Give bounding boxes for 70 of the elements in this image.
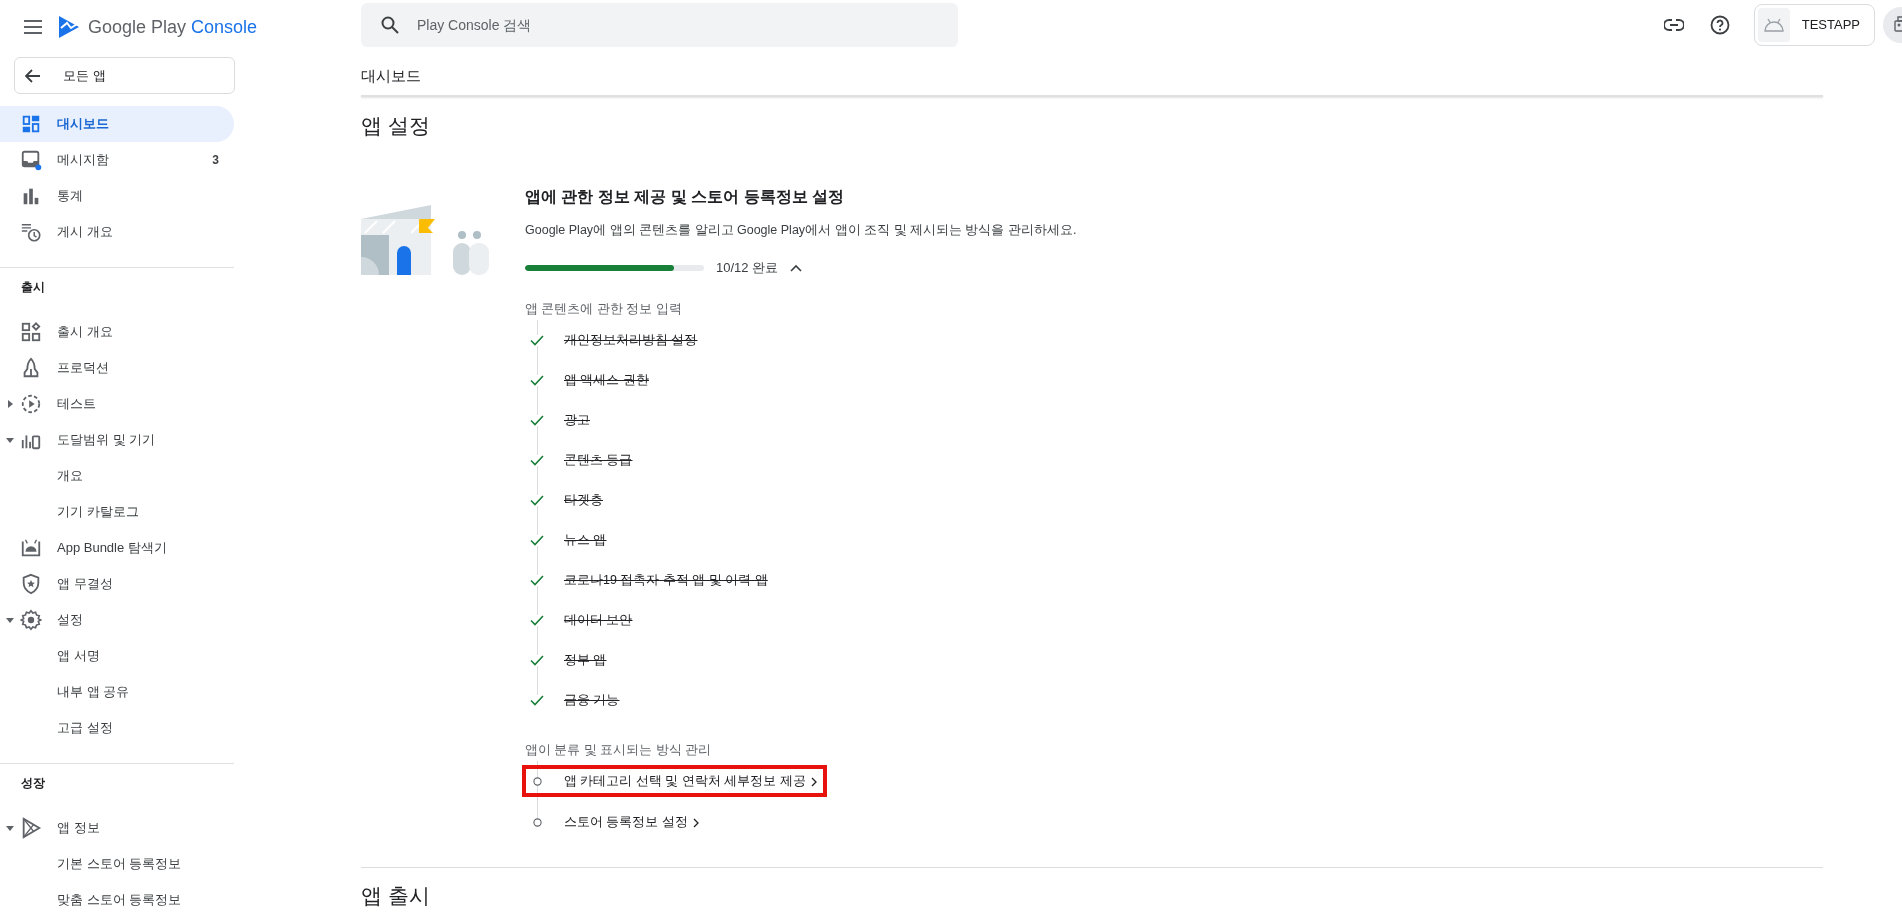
task-link[interactable]: 앱 카테고리 선택 및 연락처 세부정보 제공	[564, 773, 817, 790]
shield-star-icon	[20, 573, 42, 595]
task-label: 데이터 보안	[564, 611, 633, 629]
section-title: 앱 출시	[361, 883, 431, 909]
sidebar-item[interactable]: 앱 무결성	[0, 566, 234, 602]
android-box-icon	[20, 537, 42, 559]
section-heading: 출시	[20, 279, 46, 296]
sidebar-item[interactable]: 기본 스토어 등록정보	[0, 846, 234, 882]
task-label: 뉴스 앱	[564, 531, 607, 549]
section-title: 앱 설정	[361, 113, 431, 139]
sidebar-item[interactable]: 고급 설정	[0, 710, 234, 746]
search-icon	[381, 15, 399, 34]
settings-icon	[20, 609, 42, 631]
sidebar-item[interactable]: 앱 서명	[0, 638, 234, 674]
sidebar-item[interactable]: 기기 카탈로그	[0, 494, 234, 530]
count-label: 3	[212, 153, 219, 167]
sidebar-item[interactable]: 앱 정보	[0, 810, 234, 846]
task-label: 코로나19 접촉자 추적 앱 및 이력 앱	[564, 571, 768, 589]
sidebar-item[interactable]: 테스트	[0, 386, 234, 422]
page-title: 대시보드	[361, 66, 422, 86]
play-triangle-icon	[20, 817, 42, 839]
link-icon[interactable]	[1663, 18, 1684, 31]
task-label: 광고	[564, 411, 590, 429]
caret-down-icon	[6, 616, 14, 624]
inbox-icon	[20, 149, 42, 171]
sidebar-item[interactable]: 프로덕션	[0, 350, 234, 386]
task-label: 정부 앱	[564, 651, 607, 669]
caret-down-icon	[6, 436, 14, 444]
group-label: 앱이 분류 및 표시되는 방식 관리	[525, 742, 713, 759]
arrow-left-icon	[25, 68, 41, 83]
chevron-right-icon	[810, 776, 817, 787]
caret-down-icon	[6, 824, 14, 832]
sidebar-item[interactable]: App Bundle 탐색기	[0, 530, 234, 566]
sidebar-item[interactable]: 출시 개요	[0, 314, 234, 350]
task-link[interactable]: 스토어 등록정보 설정	[564, 814, 699, 831]
app-selector[interactable]: TESTAPP	[1753, 3, 1875, 46]
help-icon[interactable]	[1709, 14, 1730, 35]
caret-right-icon	[6, 400, 14, 408]
play-logo-icon	[58, 15, 80, 39]
logo-text: Google Play Console	[88, 16, 258, 38]
search-input[interactable]: Play Console 검색	[417, 4, 917, 45]
list-clock-icon	[20, 221, 42, 243]
task-label: 개인정보처리방침 설정	[564, 331, 698, 349]
card-description: Google Play에 앱의 콘텐츠를 알리고 Google Play에서 앱이 조직 및 제시되는 방식을 관리하세요.	[525, 222, 1077, 239]
sidebar-item[interactable]: 내부 앱 공유	[0, 674, 234, 710]
card-title: 앱에 관한 정보 제공 및 스토어 등록정보 설정	[525, 187, 846, 207]
play-circle-icon	[20, 393, 42, 415]
sidebar-item[interactable]: 맞춤 스토어 등록정보	[0, 882, 234, 918]
task-label: 콘텐츠 등급	[564, 451, 633, 469]
android-icon	[1762, 17, 1785, 32]
sidebar-item[interactable]: 메시지함 3	[0, 142, 234, 178]
section-heading: 성장	[20, 775, 46, 792]
sidebar-item[interactable]: 게시 개요	[0, 214, 234, 250]
task-label: 앱 액세스 권한	[564, 371, 649, 389]
sidebar-item[interactable]: 개요	[0, 458, 234, 494]
search-field[interactable]: Play Console 검색	[361, 2, 958, 47]
back-button[interactable]: 모든 앱	[14, 57, 235, 94]
dashboard-icon	[20, 113, 42, 135]
chevron-up-icon[interactable]	[790, 264, 803, 272]
task-label: 금융 기능	[564, 691, 620, 709]
sidebar-item[interactable]: 대시보드	[0, 106, 234, 142]
shapes-icon	[20, 321, 42, 343]
menu-icon[interactable]	[24, 20, 42, 34]
progress-label: 10/12 완료	[716, 259, 779, 277]
chevron-right-icon	[692, 817, 699, 828]
sidebar-item[interactable]: 도달범위 및 기기	[0, 422, 234, 458]
sidebar-item[interactable]: 설정	[0, 602, 234, 638]
group-label: 앱 콘텐츠에 관한 정보 입력	[525, 301, 683, 318]
sidebar-item[interactable]: 통계	[0, 178, 234, 214]
task-label: 타겟층	[564, 491, 603, 509]
